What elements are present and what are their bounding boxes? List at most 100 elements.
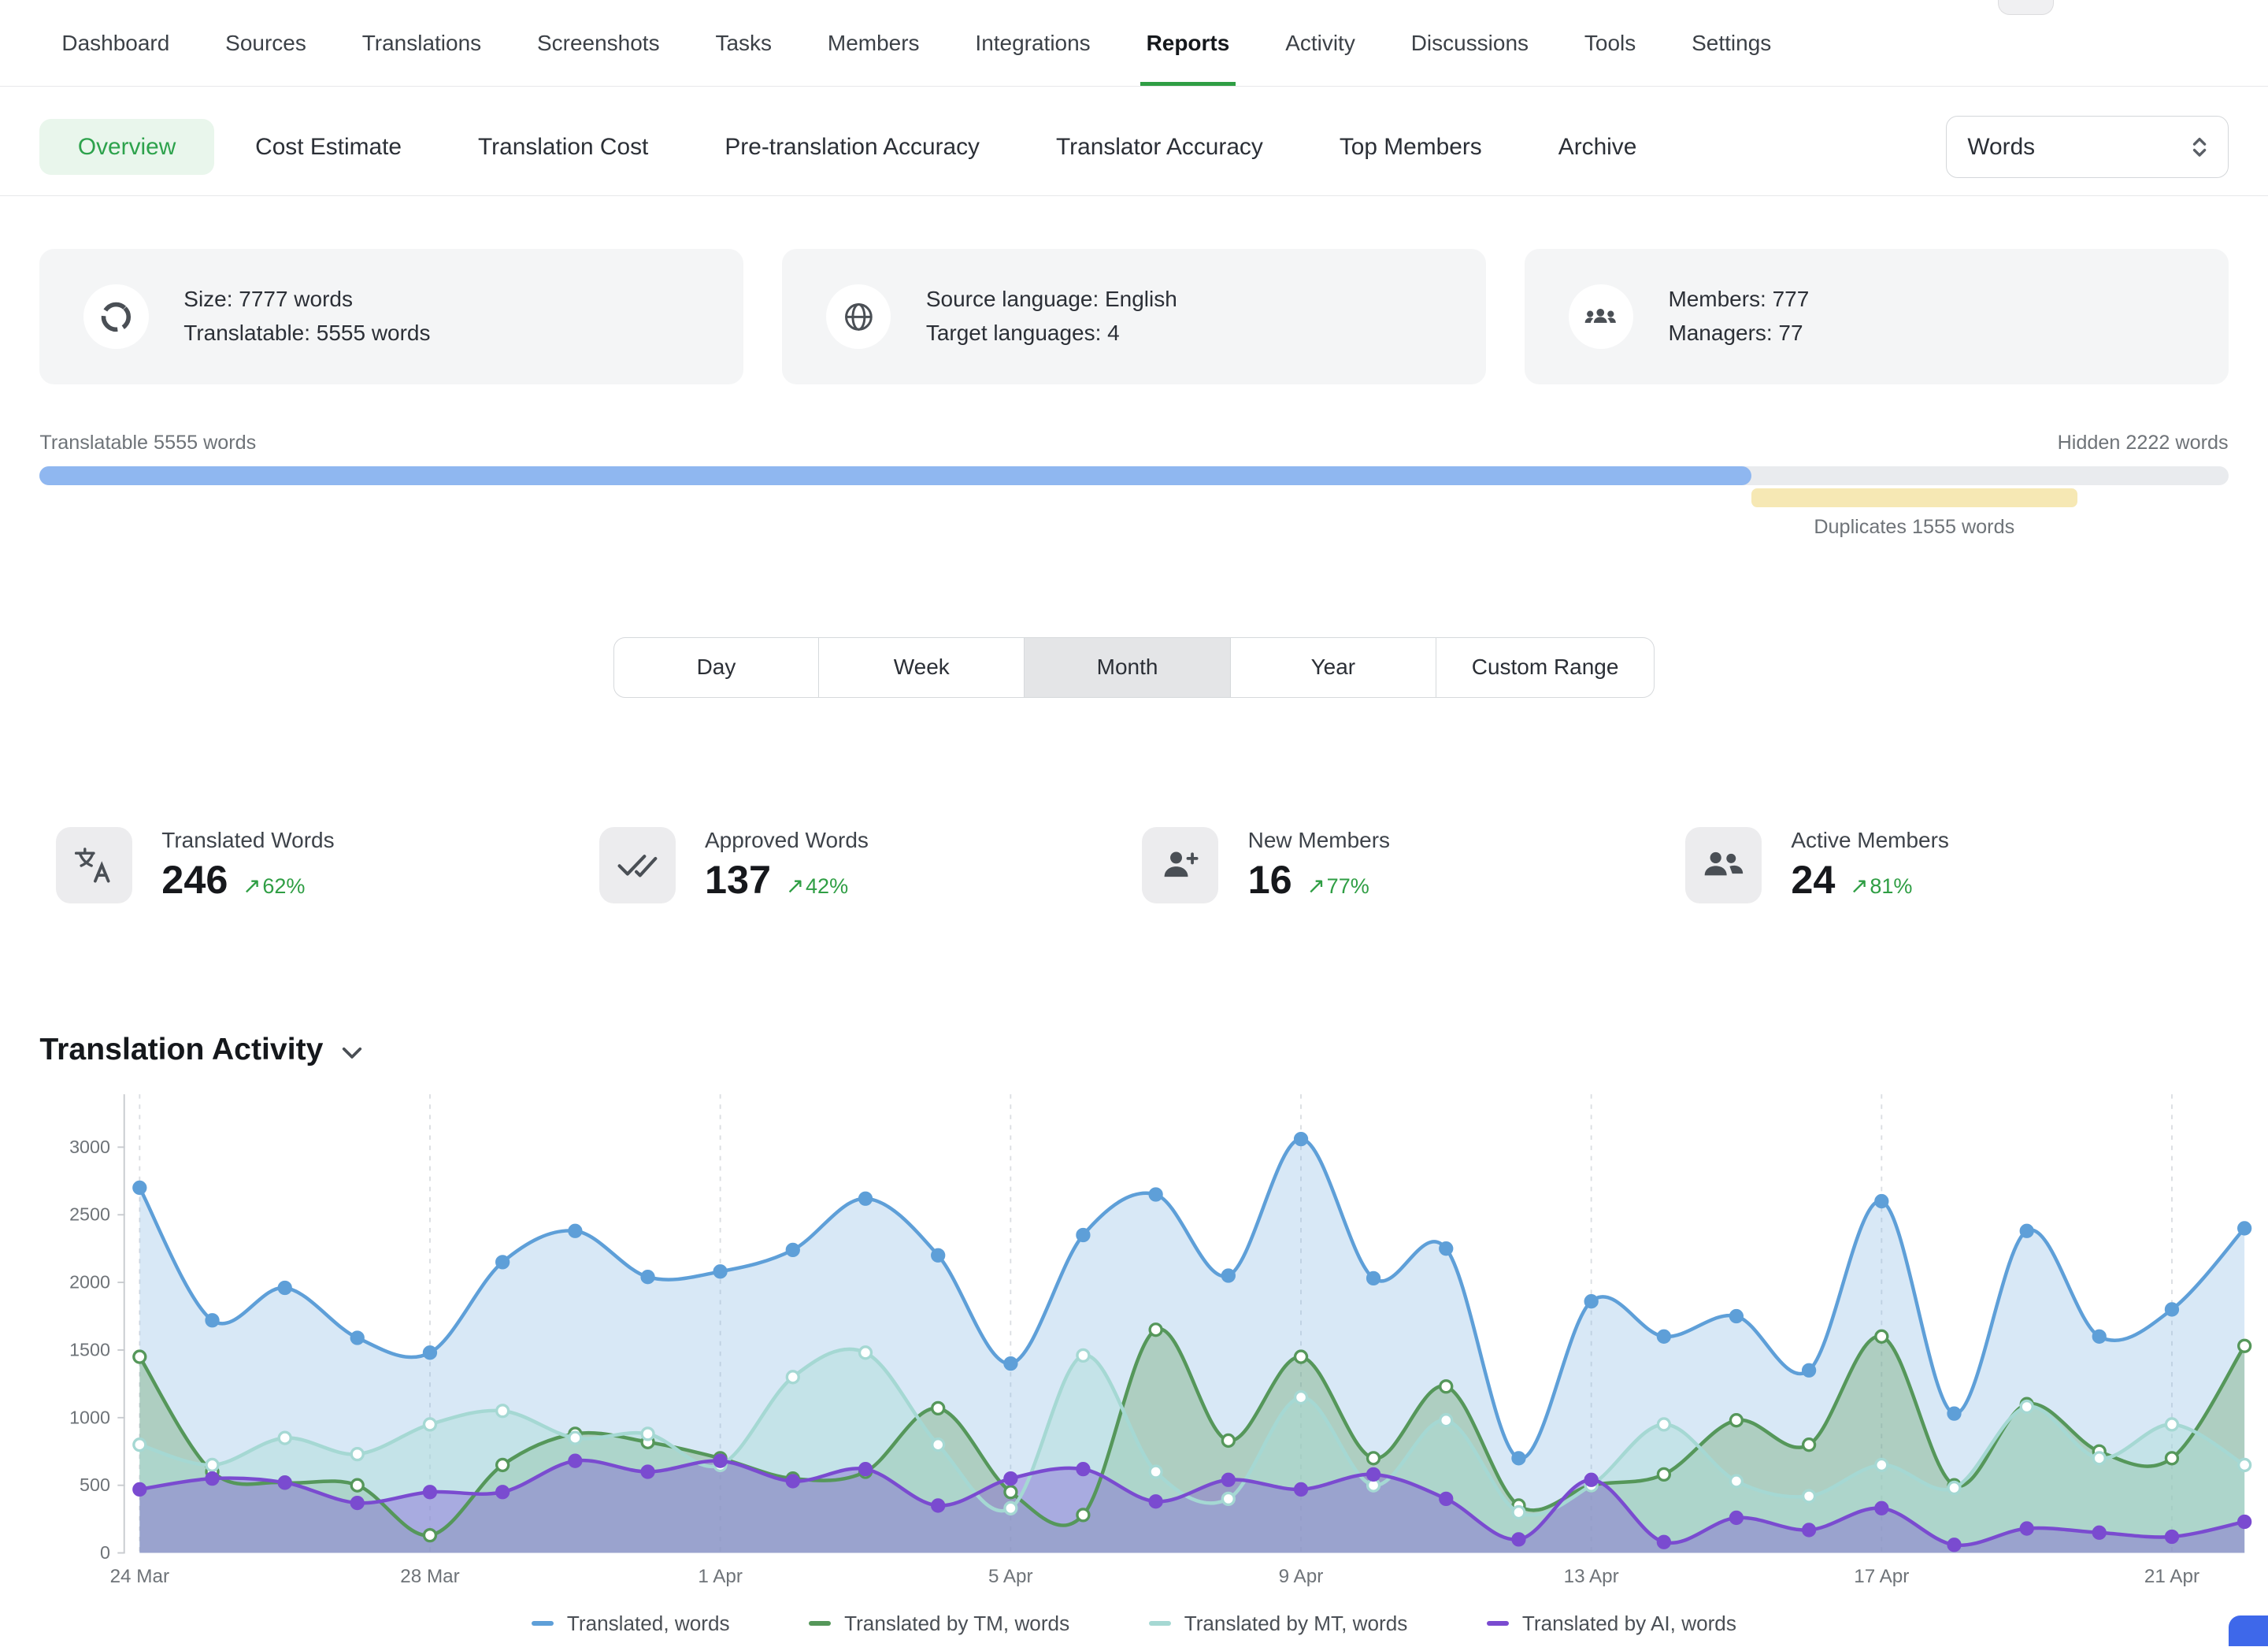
nav-integrations[interactable]: Integrations	[969, 0, 1096, 86]
period-custom-range[interactable]: Custom Range	[1436, 637, 1655, 698]
source-language-line: Source language: English	[926, 283, 1177, 317]
svg-text:0: 0	[100, 1542, 110, 1563]
kpi-value: 16	[1248, 856, 1292, 903]
members-card: Members: 777 Managers: 77	[1525, 249, 2229, 384]
tab-overview[interactable]: Overview	[39, 119, 213, 175]
period-week[interactable]: Week	[819, 637, 1025, 698]
legend-label: Translated by AI, words	[1522, 1612, 1736, 1636]
target-languages-line: Target languages: 4	[926, 317, 1177, 351]
period-tabs: Day Week Month Year Custom Range	[0, 637, 2268, 698]
translatable-bar	[39, 466, 1751, 485]
words-breakdown: Translatable 5555 words Hidden 2222 word…	[39, 432, 2228, 542]
kpi-approved-words: Approved Words 137 ↗42%	[599, 827, 1143, 903]
select-caret-icon	[2189, 134, 2210, 161]
svg-text:500: 500	[80, 1475, 110, 1495]
unit-select[interactable]: Words	[1946, 116, 2228, 177]
legend-swatch	[1149, 1621, 1171, 1626]
trend-up-icon: ↗	[786, 874, 804, 898]
nav-reports[interactable]: Reports	[1140, 0, 1236, 86]
report-subnav: Overview Cost Estimate Translation Cost …	[0, 87, 2268, 196]
svg-text:2500: 2500	[69, 1204, 110, 1224]
kpi-translated-words: Translated Words 246 ↗62%	[56, 827, 599, 903]
help-widget[interactable]	[2229, 1615, 2268, 1646]
members-line: Members: 777	[1668, 283, 1809, 317]
members-icon	[1569, 284, 1633, 349]
unit-select-value: Words	[1967, 134, 2035, 161]
trend-up-icon: ↗	[243, 874, 261, 898]
svg-text:9 Apr: 9 Apr	[1279, 1565, 1324, 1586]
summary-cards: Size: 7777 words Translatable: 5555 word…	[39, 249, 2228, 384]
chart-legend: Translated, words Translated by TM, words…	[0, 1612, 2268, 1636]
svg-text:13 Apr: 13 Apr	[1564, 1565, 1619, 1586]
kpi-trend: ↗81%	[1850, 873, 1912, 899]
kpi-label: New Members	[1248, 828, 1390, 853]
trend-up-icon: ↗	[1850, 874, 1868, 898]
tab-top-members[interactable]: Top Members	[1340, 134, 1482, 161]
tab-translator-accuracy[interactable]: Translator Accuracy	[1056, 134, 1263, 161]
language-card: Source language: English Target language…	[782, 249, 1486, 384]
section-title: Translation Activity	[39, 1033, 323, 1067]
kpi-value: 246	[161, 856, 228, 903]
nav-members[interactable]: Members	[821, 0, 925, 86]
period-year[interactable]: Year	[1231, 637, 1436, 698]
reports-page: Dashboard Sources Translations Screensho…	[0, 0, 2268, 1646]
kpi-label: Approved Words	[705, 828, 869, 853]
legend-item[interactable]: Translated by MT, words	[1149, 1612, 1407, 1636]
svg-text:21 Apr: 21 Apr	[2144, 1565, 2199, 1586]
chevron-down-icon[interactable]	[341, 1046, 363, 1061]
double-check-icon	[599, 827, 676, 903]
nav-sources[interactable]: Sources	[220, 0, 313, 86]
globe-icon	[826, 284, 891, 349]
top-nav: Dashboard Sources Translations Screensho…	[0, 0, 2268, 87]
kpi-trend: ↗42%	[786, 873, 848, 899]
translate-icon	[56, 827, 132, 903]
translation-activity-header: Translation Activity	[39, 1033, 2228, 1067]
translation-activity-chart[interactable]: 24 Mar28 Mar1 Apr5 Apr9 Apr13 Apr17 Apr2…	[0, 1085, 2268, 1603]
translatable-label: Translatable 5555 words	[39, 432, 256, 454]
nav-dashboard[interactable]: Dashboard	[56, 0, 176, 86]
kpi-trend: ↗77%	[1306, 873, 1369, 899]
svg-text:3000: 3000	[69, 1136, 110, 1156]
kpi-value: 137	[705, 856, 771, 903]
nav-screenshots[interactable]: Screenshots	[532, 0, 665, 86]
legend-label: Translated by MT, words	[1184, 1612, 1408, 1636]
tab-cost-estimate[interactable]: Cost Estimate	[255, 134, 402, 161]
tab-translation-cost[interactable]: Translation Cost	[478, 134, 648, 161]
svg-text:28 Mar: 28 Mar	[400, 1565, 459, 1586]
nav-tasks[interactable]: Tasks	[710, 0, 777, 86]
svg-text:1000: 1000	[69, 1407, 110, 1427]
size-card: Size: 7777 words Translatable: 5555 word…	[39, 249, 743, 384]
translatable-line: Translatable: 5555 words	[183, 317, 430, 351]
kpi-trend: ↗62%	[243, 873, 305, 899]
legend-swatch	[1487, 1621, 1509, 1626]
people-icon	[1685, 827, 1762, 903]
legend-item[interactable]: Translated, words	[532, 1612, 729, 1636]
nav-translations[interactable]: Translations	[356, 0, 487, 86]
nav-activity[interactable]: Activity	[1280, 0, 1362, 86]
svg-text:5 Apr: 5 Apr	[988, 1565, 1033, 1586]
svg-text:1500: 1500	[69, 1339, 110, 1360]
tab-pretranslation-accuracy[interactable]: Pre-translation Accuracy	[724, 134, 980, 161]
legend-item[interactable]: Translated by AI, words	[1487, 1612, 1736, 1636]
duplicates-bar	[1751, 488, 2077, 507]
nav-tools[interactable]: Tools	[1578, 0, 1641, 86]
period-day[interactable]: Day	[613, 637, 819, 698]
tab-archive[interactable]: Archive	[1558, 134, 1637, 161]
kpi-new-members: New Members 16 ↗77%	[1142, 827, 1685, 903]
legend-item[interactable]: Translated by TM, words	[809, 1612, 1069, 1636]
nav-discussions[interactable]: Discussions	[1405, 0, 1534, 86]
svg-text:2000: 2000	[69, 1271, 110, 1292]
trend-up-icon: ↗	[1306, 874, 1325, 898]
kpi-value: 24	[1791, 856, 1835, 903]
nav-settings[interactable]: Settings	[1686, 0, 1777, 86]
duplicates-label: Duplicates 1555 words	[1751, 516, 2077, 539]
hidden-label: Hidden 2222 words	[2058, 432, 2229, 454]
progress-ring-icon	[83, 284, 148, 349]
period-month[interactable]: Month	[1025, 637, 1230, 698]
legend-label: Translated, words	[567, 1612, 730, 1636]
kpi-label: Active Members	[1791, 828, 1949, 853]
person-add-icon	[1142, 827, 1218, 903]
header-avatar-partial[interactable]	[1998, 0, 2054, 15]
legend-swatch	[532, 1621, 554, 1626]
svg-text:17 Apr: 17 Apr	[1854, 1565, 1909, 1586]
